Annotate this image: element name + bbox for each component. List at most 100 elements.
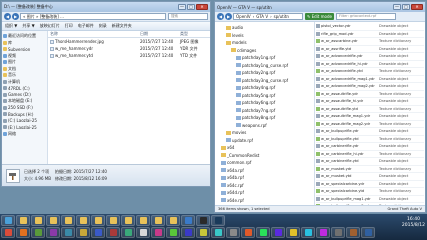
breadcrumb-item[interactable]: sp/utitn bbox=[274, 14, 289, 19]
file-row[interactable]: w_me_hammer.ytd 2015/7/27 12:40 YTD 文件 bbox=[48, 52, 210, 59]
maximize-button[interactable]: □ bbox=[187, 4, 195, 10]
taskbar-button[interactable] bbox=[106, 215, 120, 226]
forward-button[interactable]: ▶ bbox=[225, 13, 232, 20]
tree-item[interactable]: patchday1ng_curse.rpf bbox=[216, 62, 313, 70]
item-row[interactable]: w_ar_musket.ytd Drawable object bbox=[316, 173, 424, 181]
column-name[interactable]: 名称 bbox=[48, 31, 138, 37]
organize-button[interactable]: 组织 ▼ bbox=[5, 23, 17, 29]
taskbar-button[interactable] bbox=[301, 227, 315, 238]
taskbar-button[interactable] bbox=[46, 215, 60, 226]
taskbar-button[interactable] bbox=[61, 215, 75, 226]
item-row[interactable]: w_ar_advancedrifle.ydr Drawable object bbox=[316, 53, 424, 61]
taskbar-button[interactable] bbox=[151, 215, 165, 226]
tree-item[interactable]: x64a.rpf bbox=[216, 167, 313, 175]
taskbar-button[interactable] bbox=[271, 227, 285, 238]
tree-item[interactable]: x64e.rpf bbox=[216, 197, 313, 205]
tree-item[interactable]: patchday4ng.rpf bbox=[216, 84, 313, 92]
taskbar-button[interactable] bbox=[31, 215, 45, 226]
tree-item[interactable]: _CommonRedist bbox=[216, 152, 313, 160]
item-row[interactable]: w_ar_advancedrifle_hi.ydr Drawable object bbox=[316, 61, 424, 68]
taskbar-button[interactable] bbox=[166, 215, 180, 226]
close-button[interactable]: ✕ bbox=[196, 4, 208, 10]
tree-item[interactable]: patchday7ng.rpf bbox=[216, 107, 313, 115]
taskbar-button[interactable] bbox=[136, 227, 150, 238]
back-button[interactable]: ◀ bbox=[217, 13, 224, 20]
taskbar-button[interactable] bbox=[316, 227, 330, 238]
tree-item[interactable]: patchday2ng.rpf bbox=[216, 69, 313, 77]
item-row[interactable]: w_ar_carbinerifle.ytd Drawable object bbox=[316, 158, 424, 166]
burn-button[interactable]: 刻录 bbox=[99, 23, 107, 29]
tree-item[interactable]: patchday1ng.rpf bbox=[216, 54, 313, 62]
taskbar-button[interactable] bbox=[181, 215, 195, 226]
share-button[interactable]: 共享 ▼ bbox=[22, 23, 34, 29]
item-row[interactable]: w_ar_assaultrifle_mag1.ydr Drawable objec… bbox=[316, 113, 424, 121]
breadcrumb[interactable]: OpenIV › GTA V › sp/utitn bbox=[233, 13, 303, 20]
taskbar-button[interactable] bbox=[121, 227, 135, 238]
tree-item[interactable]: models bbox=[216, 39, 313, 47]
taskbar-button[interactable] bbox=[91, 215, 105, 226]
tree-item[interactable]: patchday8ng.rpf bbox=[216, 114, 313, 122]
openiv-titlebar[interactable]: OpenIV — GTA V — sp/utitn — □ ✕ bbox=[215, 2, 425, 12]
taskbar-button[interactable] bbox=[16, 215, 30, 226]
item-row[interactable]: w_ar_asscarbine.ydr Texture dictionary bbox=[316, 38, 424, 46]
nav-item[interactable]: 网络 bbox=[3, 131, 46, 138]
maximize-button[interactable]: □ bbox=[402, 4, 410, 10]
item-row[interactable]: w_ar_assaultrifle.ytd Texture dictionary bbox=[316, 106, 424, 113]
email-button[interactable]: 电子邮件 bbox=[78, 23, 94, 29]
tree-item[interactable]: x64 bbox=[216, 144, 313, 152]
taskbar-button[interactable] bbox=[16, 227, 30, 238]
tree-item[interactable]: cdimages bbox=[216, 47, 313, 55]
item-row[interactable]: pistol_vector.ydr Drawable object bbox=[316, 23, 424, 31]
taskbar-button[interactable] bbox=[181, 227, 195, 238]
tree-item[interactable]: levels bbox=[216, 32, 313, 40]
taskbar-button[interactable] bbox=[196, 215, 210, 226]
breadcrumb-item[interactable]: GTA V bbox=[256, 14, 268, 19]
file-row[interactable]: ThorsHammerrender.jpg 2015/7/27 12:40 JPEG… bbox=[48, 38, 210, 45]
tree-item[interactable]: weapons.rpf bbox=[216, 122, 313, 130]
item-row[interactable]: w_ar_carbinerifle.ydr Drawable object bbox=[316, 143, 424, 151]
tree-item[interactable]: patchday3ng_curse.rpf bbox=[216, 77, 313, 85]
column-date[interactable]: 日期 bbox=[138, 31, 178, 37]
taskbar-button[interactable] bbox=[256, 227, 270, 238]
slideshow-button[interactable]: 放映幻灯片 bbox=[40, 23, 60, 29]
edit-mode-button[interactable]: ✎ Edit mode bbox=[305, 13, 334, 20]
item-row[interactable]: w_ar_assaultrifle.ydr Texture dictionary bbox=[316, 91, 424, 98]
taskbar-button[interactable] bbox=[1, 227, 15, 238]
tree-item[interactable]: common.rpf bbox=[216, 159, 313, 167]
minimize-button[interactable]: — bbox=[393, 4, 401, 10]
taskbar-button[interactable] bbox=[106, 227, 120, 238]
address-input[interactable]: « 图片 » [整备改装] ... bbox=[20, 13, 166, 20]
back-button[interactable]: ◀ bbox=[4, 13, 11, 20]
tree-item[interactable]: audio bbox=[216, 24, 313, 32]
file-row[interactable]: w_me_hammer.ydr 2015/7/27 12:40 YDR 文件 bbox=[48, 45, 210, 52]
taskbar-button[interactable] bbox=[286, 227, 300, 238]
item-row[interactable]: rifle_grip_mod.ydr Drawable object bbox=[316, 31, 424, 38]
taskbar-button[interactable] bbox=[151, 227, 165, 238]
item-row[interactable]: w_ar_musket.ydr Texture dictionary bbox=[316, 166, 424, 173]
filter-input[interactable]: Filter: grtacontext.rpf bbox=[336, 13, 396, 20]
taskbar-button[interactable] bbox=[346, 227, 360, 238]
tree-item[interactable]: patchday5ng.rpf bbox=[216, 92, 313, 100]
taskbar-button[interactable] bbox=[166, 227, 180, 238]
item-row[interactable]: w_ar_assaultrifle_mag2.ydr Texture dictio… bbox=[316, 121, 424, 128]
taskbar-button[interactable] bbox=[76, 227, 90, 238]
minimize-button[interactable]: — bbox=[178, 4, 186, 10]
explorer-titlebar[interactable]: D:\ — [整备改装] 整备中心 — □ ✕ bbox=[2, 2, 210, 12]
taskbar-button[interactable] bbox=[76, 215, 90, 226]
close-button[interactable]: ✕ bbox=[411, 4, 423, 10]
tree-item[interactable]: x64c.rpf bbox=[216, 182, 313, 190]
tree-item[interactable]: x64d.rpf bbox=[216, 189, 313, 197]
taskbar-button[interactable] bbox=[211, 215, 225, 226]
print-button[interactable]: 打印 bbox=[65, 23, 73, 29]
forward-button[interactable]: ▶ bbox=[12, 13, 19, 20]
taskbar-button[interactable] bbox=[61, 227, 75, 238]
taskbar-button[interactable] bbox=[136, 215, 150, 226]
tree-item[interactable]: patchday6ng.rpf bbox=[216, 99, 313, 107]
item-row[interactable]: w_ar_specialcarbine.ytd Texture dictionar… bbox=[316, 188, 424, 196]
taskbar-button[interactable] bbox=[226, 227, 240, 238]
item-row[interactable]: w_ar_bullpuprifle.ydr Drawable object bbox=[316, 128, 424, 136]
tree-item[interactable]: update.rpf bbox=[216, 137, 313, 145]
taskbar-button[interactable] bbox=[211, 227, 225, 238]
item-row[interactable]: w_ar_advancedrifle_mag2.ydr Drawable obje… bbox=[316, 83, 424, 91]
taskbar-button[interactable] bbox=[1, 215, 15, 226]
